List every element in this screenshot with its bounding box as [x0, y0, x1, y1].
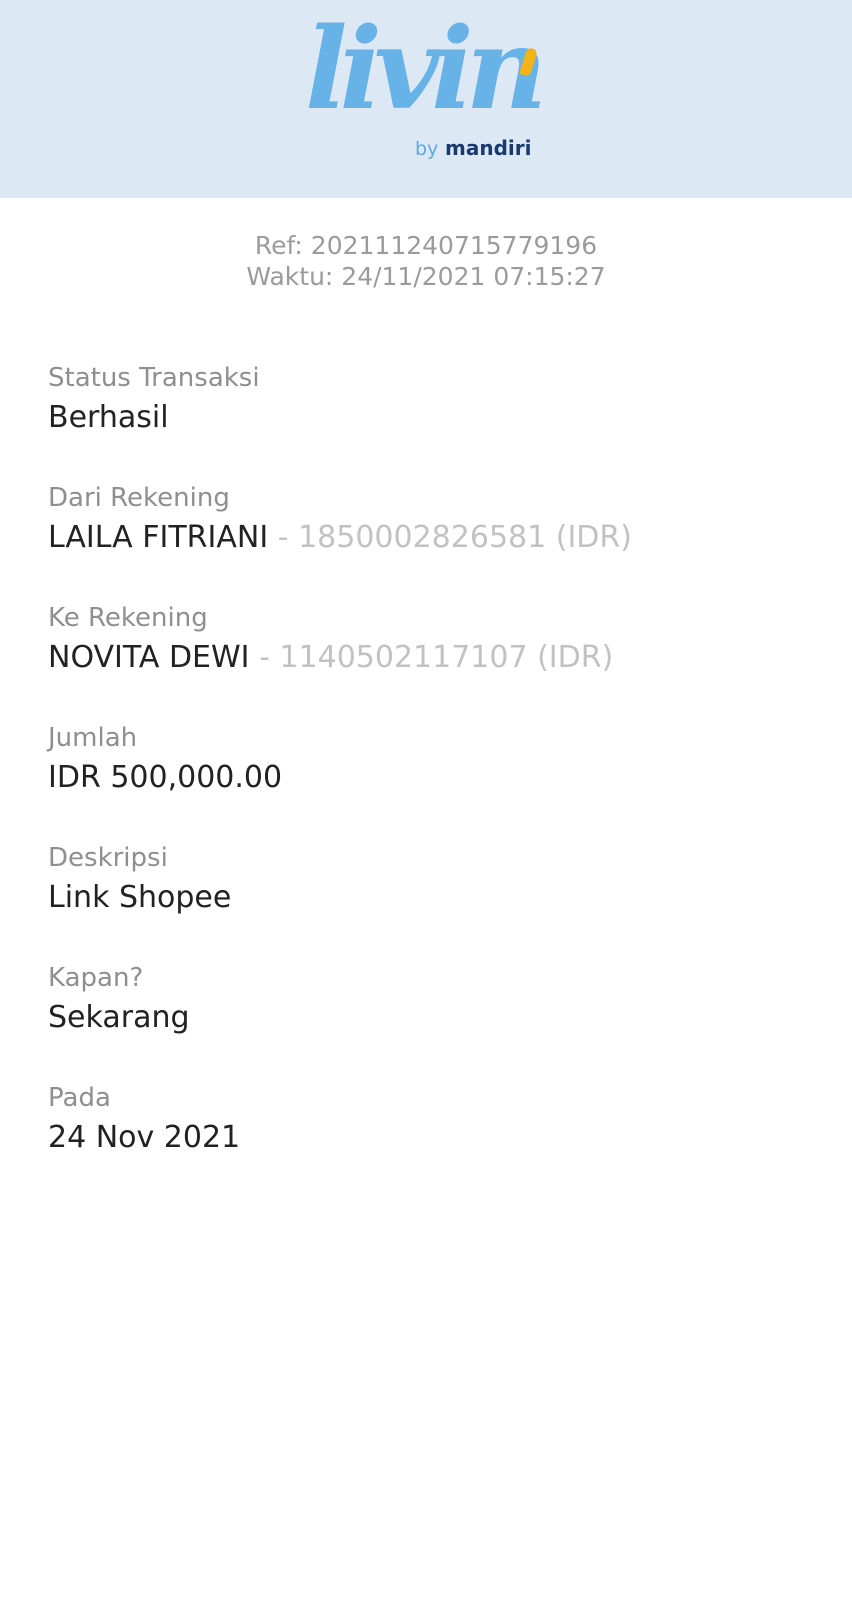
logo-by-text: by [415, 138, 439, 160]
header-banner: livin by mandiri [0, 0, 852, 198]
from-account-label: Dari Rekening [48, 483, 230, 513]
to-account-number: - 1140502117107 (IDR) [249, 640, 614, 675]
from-account-number: - 1850002826581 (IDR) [268, 520, 632, 555]
field-date: Pada 24 Nov 2021 [48, 1082, 828, 1202]
when-value: Sekarang [48, 1000, 190, 1035]
status-label: Status Transaksi [48, 363, 260, 393]
transaction-time: Waktu: 24/11/2021 07:15:27 [246, 262, 606, 291]
logo-mandiri-text: mandiri [445, 136, 532, 160]
field-amount: Jumlah IDR 500,000.00 [48, 722, 828, 842]
livin-logo: livin by mandiri [305, 14, 547, 168]
to-account-label: Ke Rekening [48, 603, 208, 633]
to-account-value: NOVITA DEWI - 1140502117107 (IDR) [48, 638, 828, 678]
field-status: Status Transaksi Berhasil [48, 362, 828, 482]
from-account-name: LAILA FITRIANI [48, 520, 269, 555]
receipt-meta: Ref: 202111240715779196 Waktu: 24/11/202… [0, 230, 852, 292]
field-when: Kapan? Sekarang [48, 962, 828, 1082]
transaction-details: Status Transaksi Berhasil Dari Rekening … [48, 362, 828, 1202]
description-label: Deskripsi [48, 843, 168, 873]
date-label: Pada [48, 1083, 111, 1113]
reference-number: Ref: 202111240715779196 [254, 231, 598, 260]
description-value: Link Shopee [48, 880, 232, 915]
when-label: Kapan? [48, 963, 144, 993]
field-description: Deskripsi Link Shopee [48, 842, 828, 962]
field-to-account: Ke Rekening NOVITA DEWI - 1140502117107 … [48, 602, 828, 722]
date-value: 24 Nov 2021 [48, 1120, 241, 1155]
to-account-name: NOVITA DEWI [48, 640, 250, 675]
logo-script-text: livin [305, 4, 547, 135]
status-value: Berhasil [48, 400, 169, 435]
amount-value: IDR 500,000.00 [48, 760, 283, 795]
field-from-account: Dari Rekening LAILA FITRIANI - 185000282… [48, 482, 828, 602]
from-account-value: LAILA FITRIANI - 1850002826581 (IDR) [48, 518, 828, 558]
amount-label: Jumlah [48, 723, 138, 753]
